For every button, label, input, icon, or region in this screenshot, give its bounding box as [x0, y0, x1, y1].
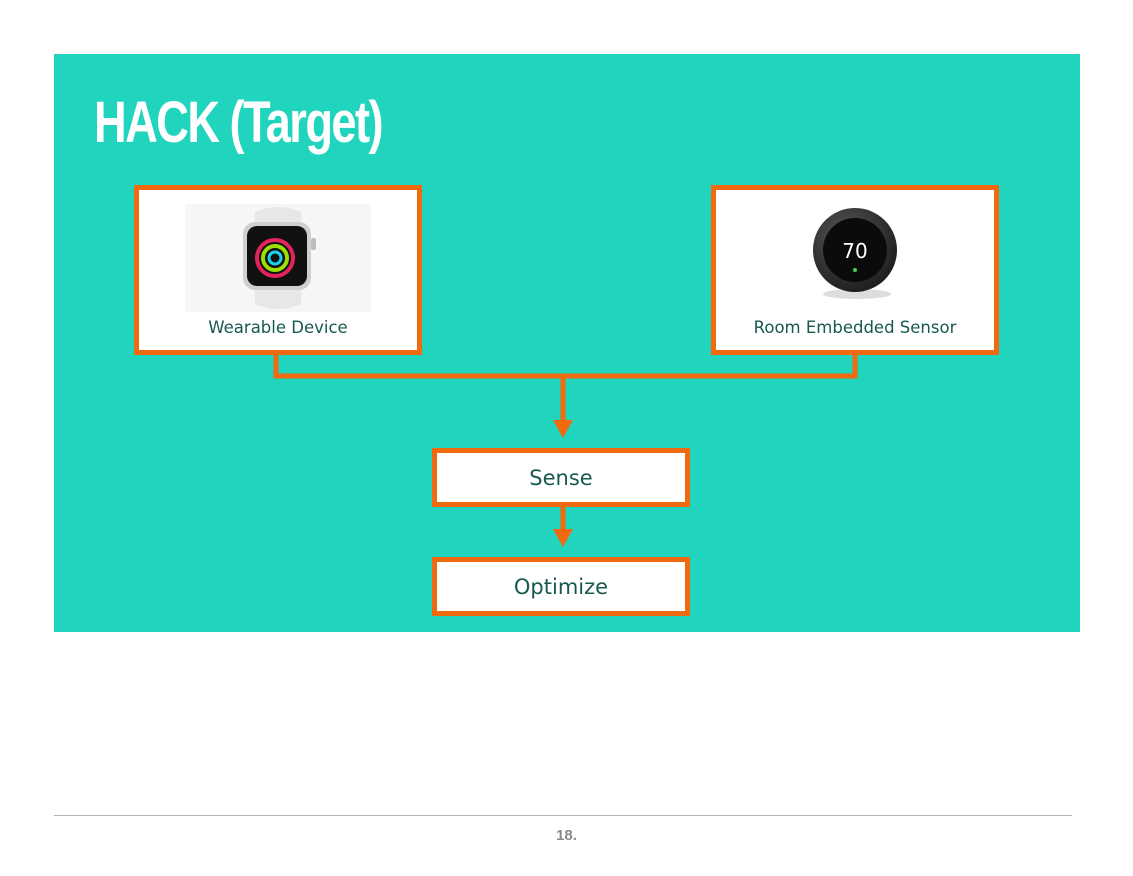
merge-connector — [273, 352, 858, 379]
optimize-step-box: Optimize — [432, 557, 690, 616]
wearable-device-label: Wearable Device — [208, 318, 348, 337]
optimize-step-label: Optimize — [513, 574, 609, 599]
arrowhead-to-optimize — [553, 529, 573, 547]
sense-step-label: Sense — [529, 465, 593, 490]
room-sensor-box: 70 Room Embedded Sensor — [711, 185, 999, 355]
page-number: 18. — [556, 827, 577, 844]
smartwatch-icon — [185, 204, 371, 312]
slide-canvas: HACK (Target) Wearable Device 70 Room Em… — [54, 54, 1080, 632]
footer-divider — [54, 815, 1072, 816]
room-sensor-label: Room Embedded Sensor — [753, 318, 957, 337]
thermostat-reading: 70 — [842, 239, 867, 263]
sense-step-box: Sense — [432, 448, 690, 507]
wearable-device-box: Wearable Device — [134, 185, 422, 355]
arrowhead-to-sense — [553, 420, 573, 438]
thermostat-icon: 70 — [813, 208, 897, 299]
